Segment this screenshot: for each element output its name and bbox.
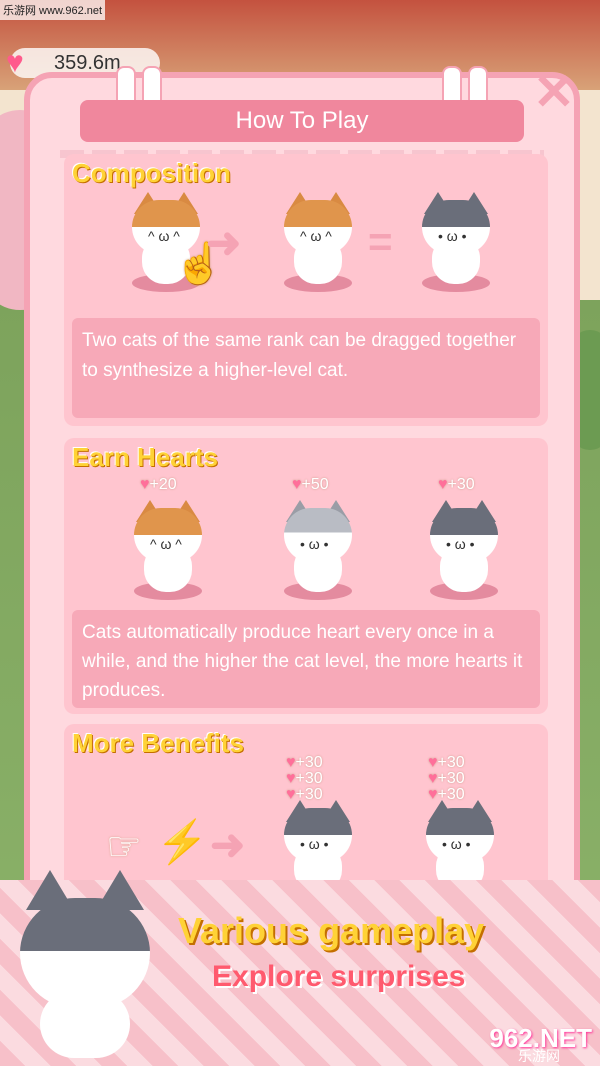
hand-pointer-icon: ☞ [106, 825, 142, 869]
site-logo-sub: 乐游网 [518, 1048, 560, 1064]
how-to-play-panel: ✕ How To Play Composition ^ ω ^ ☝ ➜ ^ ω … [24, 64, 580, 932]
mascot-cat [10, 870, 160, 1060]
banner-headline: Various gameplay [178, 910, 485, 951]
heart-icon: ♥ [292, 476, 302, 493]
arrow-right-icon: ➜ [206, 219, 242, 266]
composition-section: Composition ^ ω ^ ☝ ➜ ^ ω ^ = • ω • Two … [64, 154, 548, 426]
heart-icon: ♥ [438, 476, 448, 493]
cat-gray: • ω • [424, 500, 504, 600]
heart-icon: ♥ [428, 754, 438, 771]
close-button[interactable]: ✕ [526, 64, 582, 120]
heart-icon: ♥ [6, 46, 24, 79]
banner-subline: Explore surprises [212, 960, 466, 993]
heart-gain: ♥+20 [140, 476, 177, 493]
heart-icon: ♥ [286, 770, 296, 787]
site-watermark: 乐游网 www.962.net [0, 0, 106, 20]
heart-icon: ♥ [286, 754, 296, 771]
heart-gain: ♥+30 [438, 476, 475, 493]
arrow-right-icon: ➜ [210, 821, 246, 868]
cat-gray: • ω • [416, 192, 496, 292]
panel-title: How To Play [80, 100, 524, 142]
heart-gain: ♥+50 [292, 476, 329, 493]
heart-icon: ♥ [140, 476, 150, 493]
earn-hearts-description: Cats automatically produce heart every o… [72, 610, 540, 708]
lightning-icon: ⚡ [156, 818, 209, 865]
earn-hearts-section: Earn Hearts ♥+20 ♥+50 ♥+30 ^ ω ^ • ω • •… [64, 438, 548, 714]
heart-icon: ♥ [428, 770, 438, 787]
equals-icon: = [368, 218, 393, 265]
section-title: More Benefits [72, 728, 244, 758]
section-title: Earn Hearts [72, 442, 218, 472]
composition-description: Two cats of the same rank can be dragged… [72, 318, 540, 418]
cat-orange: ^ ω ^ [128, 500, 208, 600]
section-title: Composition [72, 158, 231, 188]
cat-tabby: • ω • [278, 500, 358, 600]
cat-orange: ^ ω ^ [278, 192, 358, 292]
